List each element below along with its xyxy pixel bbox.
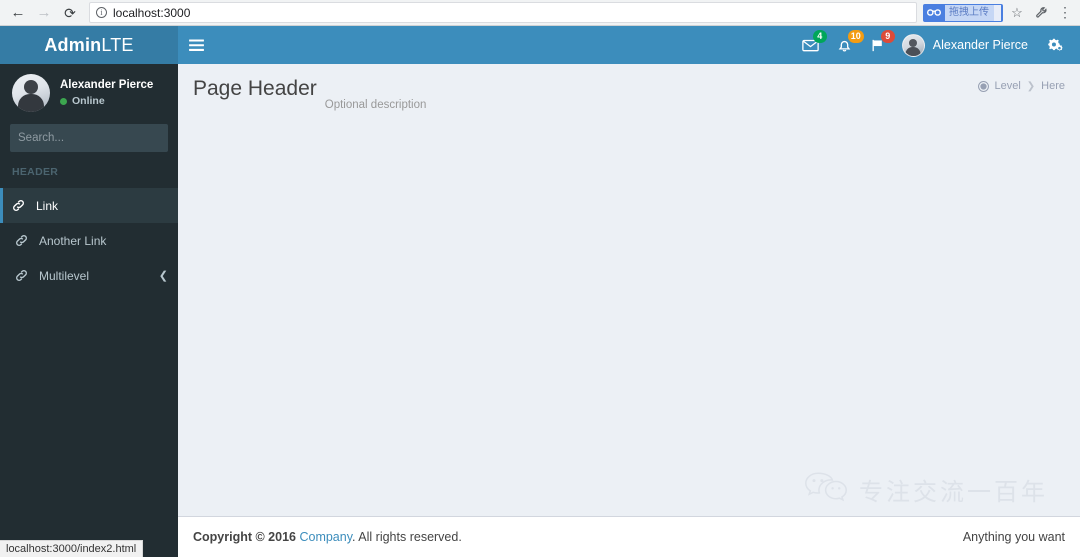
extension-label: 拖拽上传 [945, 4, 993, 21]
sidebar-user-info: Alexander Pierce Online [60, 79, 153, 107]
main-sidebar: Alexander Pierce Online Search... HEADER… [0, 64, 193, 557]
link-icon [15, 234, 33, 247]
breadcrumb-level[interactable]: Level [994, 80, 1020, 92]
cogs-icon [1047, 38, 1063, 52]
url-port: :3000 [160, 5, 191, 20]
page-description: Optional description [324, 99, 427, 111]
search-box[interactable] [10, 124, 193, 152]
content-body: 专注交流一百年 [178, 112, 1080, 512]
watermark: 专注交流一百年 [803, 470, 1048, 509]
dashboard-icon [978, 80, 990, 92]
main-footer: Copyright © 2016 Company. All rights res… [178, 516, 1080, 557]
sidebar-item-label: Link [36, 198, 59, 213]
logo-bold: Admin [44, 34, 102, 55]
tasks-badge: 9 [880, 30, 895, 43]
messages-badge: 4 [812, 30, 827, 43]
content-wrapper: Page Header Optional description Level ❯… [178, 64, 1080, 557]
url-host: localhost [113, 5, 161, 20]
sidebar-item-label: Multilevel [39, 268, 90, 283]
browser-toolbar: ← → ⟳ i localhost:3000 拖拽上传 ☆ ⋮ [0, 0, 1080, 26]
address-bar[interactable]: i localhost:3000 [89, 2, 917, 23]
sidebar-item-multilevel[interactable]: Multilevel ❮ [0, 258, 178, 293]
reload-icon[interactable]: ⟳ [57, 0, 83, 26]
online-status-label: Online [72, 95, 105, 107]
sidebar-user-name: Alexander Pierce [60, 79, 154, 91]
sidebar-menu-header: HEADER [12, 166, 59, 178]
back-icon[interactable]: ← [5, 0, 31, 26]
watermark-text: 专注交流一百年 [859, 478, 1048, 506]
search-input[interactable] [10, 132, 180, 144]
avatar [12, 74, 50, 112]
chevron-down-icon[interactable] [993, 4, 1001, 21]
notifications-menu[interactable]: 10 [828, 26, 864, 64]
content-header: Page Header Optional description Level ❯… [178, 64, 1080, 112]
breadcrumb-separator: ❯ [1026, 80, 1036, 92]
logo-light: LTE [101, 34, 134, 55]
page-title: Page Header [193, 77, 317, 100]
breadcrumb-current: Here [1041, 80, 1065, 92]
control-sidebar-toggle[interactable] [1038, 26, 1072, 64]
cloud-upload-icon [923, 4, 945, 22]
top-navbar: 4 10 9 Alexander Pierce [178, 26, 1080, 64]
sidebar-search-form [0, 124, 193, 152]
sidebar-item-label: Another Link [39, 233, 107, 248]
tasks-menu[interactable]: 9 [861, 26, 895, 64]
info-circle-icon[interactable]: i [96, 7, 107, 18]
wechat-icon [803, 470, 849, 509]
breadcrumb: Level ❯ Here [978, 80, 1065, 92]
link-icon [12, 199, 30, 212]
avatar [901, 33, 925, 57]
footer-copyright-prefix: Copyright © 2016 [193, 530, 300, 544]
user-menu-name: Alexander Pierce [932, 38, 1028, 52]
sidebar-user-panel: Alexander Pierce Online [0, 64, 178, 124]
star-icon[interactable]: ☆ [1005, 0, 1029, 26]
online-status-dot [60, 97, 67, 105]
wrench-icon[interactable] [1029, 0, 1053, 26]
footer-copyright: Copyright © 2016 Company. All rights res… [193, 530, 462, 544]
messages-menu[interactable]: 4 [793, 26, 828, 64]
forward-icon[interactable]: → [31, 0, 57, 26]
extension-drag-upload[interactable]: 拖拽上传 [923, 3, 1003, 22]
sidebar-item-another-link[interactable]: Another Link [0, 223, 178, 258]
brand-logo[interactable]: Admin LTE [0, 26, 178, 64]
app-wrapper: Admin LTE 4 10 9 Alexander Pierce Alexan… [0, 26, 1080, 557]
footer-company-link[interactable]: Company [299, 530, 352, 544]
sidebar-item-link[interactable]: Link [0, 188, 178, 223]
sidebar-toggle-button[interactable] [178, 26, 214, 64]
user-menu[interactable]: Alexander Pierce [894, 26, 1038, 64]
footer-copyright-suffix: . All rights reserved. [352, 530, 462, 544]
chevron-left-icon: ❮ [158, 270, 168, 282]
sidebar-user-status: Online [60, 95, 153, 107]
three-dots-vertical-icon[interactable]: ⋮ [1053, 0, 1077, 26]
navbar-right-menu: 4 10 9 Alexander Pierce [793, 26, 1080, 64]
link-icon [15, 269, 33, 282]
browser-status-bar: localhost:3000/index2.html [0, 540, 144, 557]
footer-right-text: Anything you want [962, 530, 1065, 544]
